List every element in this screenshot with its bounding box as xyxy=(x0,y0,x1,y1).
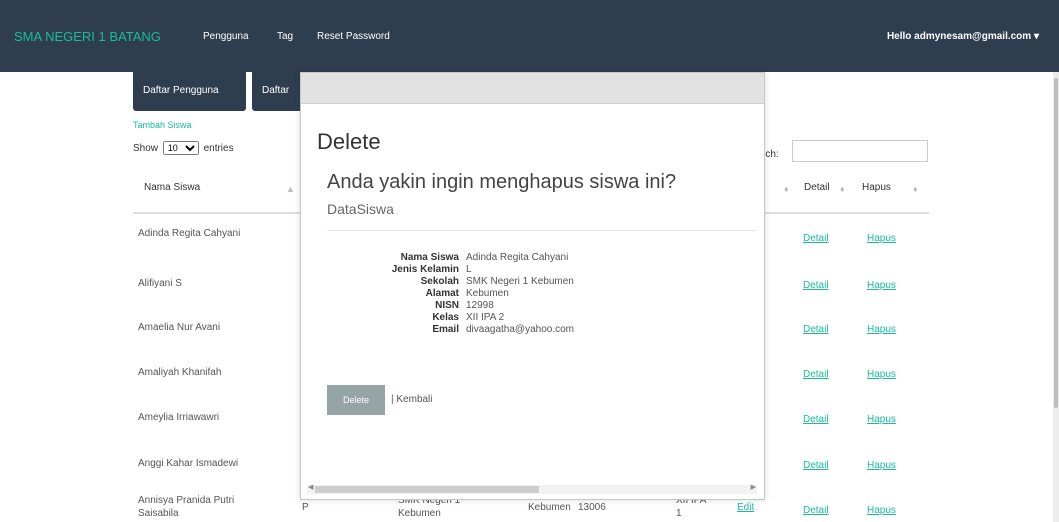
cell-nama: Annisya Pranida Putri xyxy=(138,495,235,506)
user-email: Hello admynesam@gmail.com xyxy=(886,31,1032,42)
horizontal-scrollbar[interactable]: ◀ ▶ xyxy=(307,483,757,494)
nav-tag[interactable]: Tag xyxy=(277,31,293,42)
modal-title-bar[interactable] xyxy=(301,73,764,104)
hapus-link[interactable]: Hapus xyxy=(867,369,896,380)
modal-subtitle: DataSiswa xyxy=(327,201,394,217)
entries-label: entries xyxy=(203,143,234,154)
chevron-down-icon: ▾ xyxy=(1033,31,1039,42)
cell-nisn: 13006 xyxy=(578,502,606,513)
cell-nama: Adinda Regita Cahyani xyxy=(138,228,241,239)
cell-nama: Anggi Kahar Ismadewi xyxy=(138,458,239,469)
cell-nama: Amaelia Nur Avani xyxy=(138,322,221,333)
detail-link[interactable]: Detail xyxy=(803,280,829,291)
hapus-link[interactable]: Hapus xyxy=(867,324,896,335)
detail-link[interactable]: Detail xyxy=(803,460,829,471)
field-value-alamat: Kebumen xyxy=(466,288,509,299)
hapus-link[interactable]: Hapus xyxy=(867,414,896,425)
cell-kelas-line2: 1 xyxy=(676,508,682,519)
search-input[interactable] xyxy=(792,140,928,162)
field-label-jenis-kelamin: Jenis Kelamin xyxy=(391,264,459,275)
detail-link[interactable]: Detail xyxy=(803,505,829,516)
modal-title: Delete xyxy=(317,129,381,154)
field-label-sekolah: Sekolah xyxy=(420,276,459,287)
page-scrollbar-thumb[interactable] xyxy=(1054,78,1058,408)
delete-button[interactable]: Delete xyxy=(327,385,385,415)
entries-select[interactable]: 10 xyxy=(162,141,199,155)
field-value-jenis-kelamin: L xyxy=(466,264,472,275)
field-value-sekolah: SMK Negeri 1 Kebumen xyxy=(466,276,574,287)
nav-pengguna[interactable]: Pengguna xyxy=(203,31,249,42)
field-label-email: Email xyxy=(432,324,459,335)
cell-nama-line2: Saisabila xyxy=(138,508,179,519)
cell-alamat: Kebumen xyxy=(528,502,571,513)
cell-nama: Amaliyah Khanifah xyxy=(138,367,222,378)
detail-link[interactable]: Detail xyxy=(803,233,829,244)
cell-nama: Alifiyani S xyxy=(138,278,182,289)
confirm-question: Anda yakin ingin menghapus siswa ini? xyxy=(327,171,677,193)
hapus-link[interactable]: Hapus xyxy=(867,505,896,516)
sort-icon: ♦ xyxy=(840,184,845,194)
divider xyxy=(327,230,757,231)
hapus-link[interactable]: Hapus xyxy=(867,280,896,291)
hapus-link[interactable]: Hapus xyxy=(867,460,896,471)
field-value-kelas: XII IPA 2 xyxy=(466,312,505,323)
th-detail[interactable]: Detail xyxy=(804,182,830,193)
field-value-nisn: 12998 xyxy=(466,300,494,311)
cell-jk: P xyxy=(302,502,309,513)
th-nama-siswa[interactable]: Nama Siswa xyxy=(144,182,200,193)
hapus-link[interactable]: Hapus xyxy=(867,233,896,244)
scroll-left-icon[interactable]: ◀ xyxy=(308,483,313,491)
detail-link[interactable]: Detail xyxy=(803,324,829,335)
edit-link[interactable]: Edit xyxy=(737,502,754,513)
user-menu[interactable]: Hello admynesam@gmail.com ▾ xyxy=(887,31,1039,42)
kembali-link[interactable]: | Kembali xyxy=(391,394,433,405)
show-entries: Show 10 entries xyxy=(133,141,234,155)
field-value-nama: Adinda Regita Cahyani xyxy=(466,252,569,263)
brand-link[interactable]: SMA NEGERI 1 BATANG xyxy=(14,29,161,44)
delete-modal: Delete Anda yakin ingin menghapus siswa … xyxy=(300,72,765,500)
page-scrollbar[interactable] xyxy=(1053,72,1059,522)
sort-icon: ♦ xyxy=(784,184,789,194)
horizontal-scrollbar-thumb[interactable] xyxy=(315,486,539,493)
show-label: Show xyxy=(133,143,159,154)
detail-link[interactable]: Detail xyxy=(803,414,829,425)
th-hapus[interactable]: Hapus xyxy=(862,182,891,193)
nav-reset-password[interactable]: Reset Password xyxy=(317,31,390,42)
top-navbar: SMA NEGERI 1 BATANG Pengguna Tag Reset P… xyxy=(0,0,1059,72)
tab-daftar-pengguna[interactable]: Daftar Pengguna xyxy=(133,71,246,111)
field-label-nama: Nama Siswa xyxy=(400,252,459,263)
field-label-kelas: Kelas xyxy=(432,312,459,323)
cell-sekolah-line2: Kebumen xyxy=(398,508,441,519)
sort-icon: ▲ xyxy=(286,184,295,194)
field-label-alamat: Alamat xyxy=(425,288,459,299)
detail-link[interactable]: Detail xyxy=(803,369,829,380)
cell-nama: Ameylia Irriawawri xyxy=(138,412,220,423)
sort-icon: ♦ xyxy=(913,184,918,194)
field-label-nisn: NISN xyxy=(435,300,459,311)
add-siswa-link[interactable]: Tambah Siswa xyxy=(133,120,192,130)
scroll-right-icon[interactable]: ▶ xyxy=(751,483,756,491)
field-value-email: divaagatha@yahoo.com xyxy=(466,324,574,335)
